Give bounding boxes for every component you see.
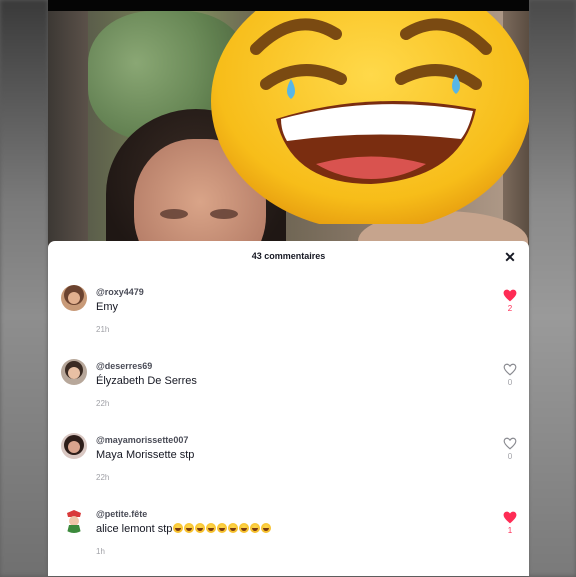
comment-time: 22h xyxy=(96,473,110,482)
heart-outline-icon xyxy=(503,363,517,376)
comment-time: 22h xyxy=(96,399,110,408)
comments-count-title: 43 commentaires xyxy=(251,251,326,261)
blurred-background-left xyxy=(0,0,48,576)
laughing-emoji-icon xyxy=(261,523,272,533)
comment-text: Élyzabeth De Serres xyxy=(96,375,197,387)
comment-item[interactable]: @roxy4479 Emy 21h 2 xyxy=(48,285,529,355)
laughing-emoji-icon xyxy=(217,523,228,533)
comment-text: Maya Morissette stp xyxy=(96,449,195,461)
laughing-emoji-sticker xyxy=(211,11,529,224)
comment-item[interactable]: @petite.fête alice lemont stp 1h 1 xyxy=(48,507,529,577)
laughing-emoji-icon xyxy=(184,523,195,533)
comment-item[interactable]: @mayamorissette007 Maya Morissette stp 2… xyxy=(48,433,529,503)
comment-item[interactable]: @deserres69 Élyzabeth De Serres 22h 0 xyxy=(48,359,529,429)
avatar[interactable] xyxy=(61,285,87,311)
avatar[interactable] xyxy=(61,507,87,533)
like-button[interactable]: 0 xyxy=(501,363,519,387)
emoji-row xyxy=(172,523,272,535)
laughing-emoji-icon xyxy=(239,523,250,533)
laughing-emoji-icon xyxy=(250,523,261,533)
like-count: 0 xyxy=(507,452,513,461)
blurred-background-right xyxy=(528,0,576,576)
laughing-emoji-icon xyxy=(173,523,184,533)
like-button[interactable]: 2 xyxy=(501,289,519,313)
heart-outline-icon xyxy=(503,437,517,450)
heart-filled-icon xyxy=(503,511,517,524)
top-black-bar xyxy=(48,0,529,11)
laughing-emoji-icon xyxy=(228,523,239,533)
comment-username[interactable]: @roxy4479 xyxy=(96,287,144,297)
comment-username[interactable]: @petite.fête xyxy=(96,509,147,519)
like-button[interactable]: 1 xyxy=(501,511,519,535)
like-count: 1 xyxy=(507,526,513,535)
comment-username[interactable]: @mayamorissette007 xyxy=(96,435,188,445)
heart-filled-icon xyxy=(503,289,517,302)
like-count: 2 xyxy=(507,304,513,313)
comment-time: 1h xyxy=(96,547,105,556)
like-button[interactable]: 0 xyxy=(501,437,519,461)
comment-username[interactable]: @deserres69 xyxy=(96,361,152,371)
comment-time: 21h xyxy=(96,325,110,334)
avatar[interactable] xyxy=(61,359,87,385)
comment-text: alice lemont stp xyxy=(96,523,272,535)
comment-text: Emy xyxy=(96,301,118,313)
comments-panel: 43 commentaires ✕ @roxy4479 Emy 21h 2 @d… xyxy=(48,241,529,576)
laughing-emoji-icon xyxy=(206,523,217,533)
laughing-emoji-icon xyxy=(195,523,206,533)
comment-text-body: alice lemont stp xyxy=(96,523,173,535)
like-count: 0 xyxy=(507,378,513,387)
avatar[interactable] xyxy=(61,433,87,459)
video-frame[interactable] xyxy=(48,11,529,251)
close-icon[interactable]: ✕ xyxy=(502,249,518,265)
